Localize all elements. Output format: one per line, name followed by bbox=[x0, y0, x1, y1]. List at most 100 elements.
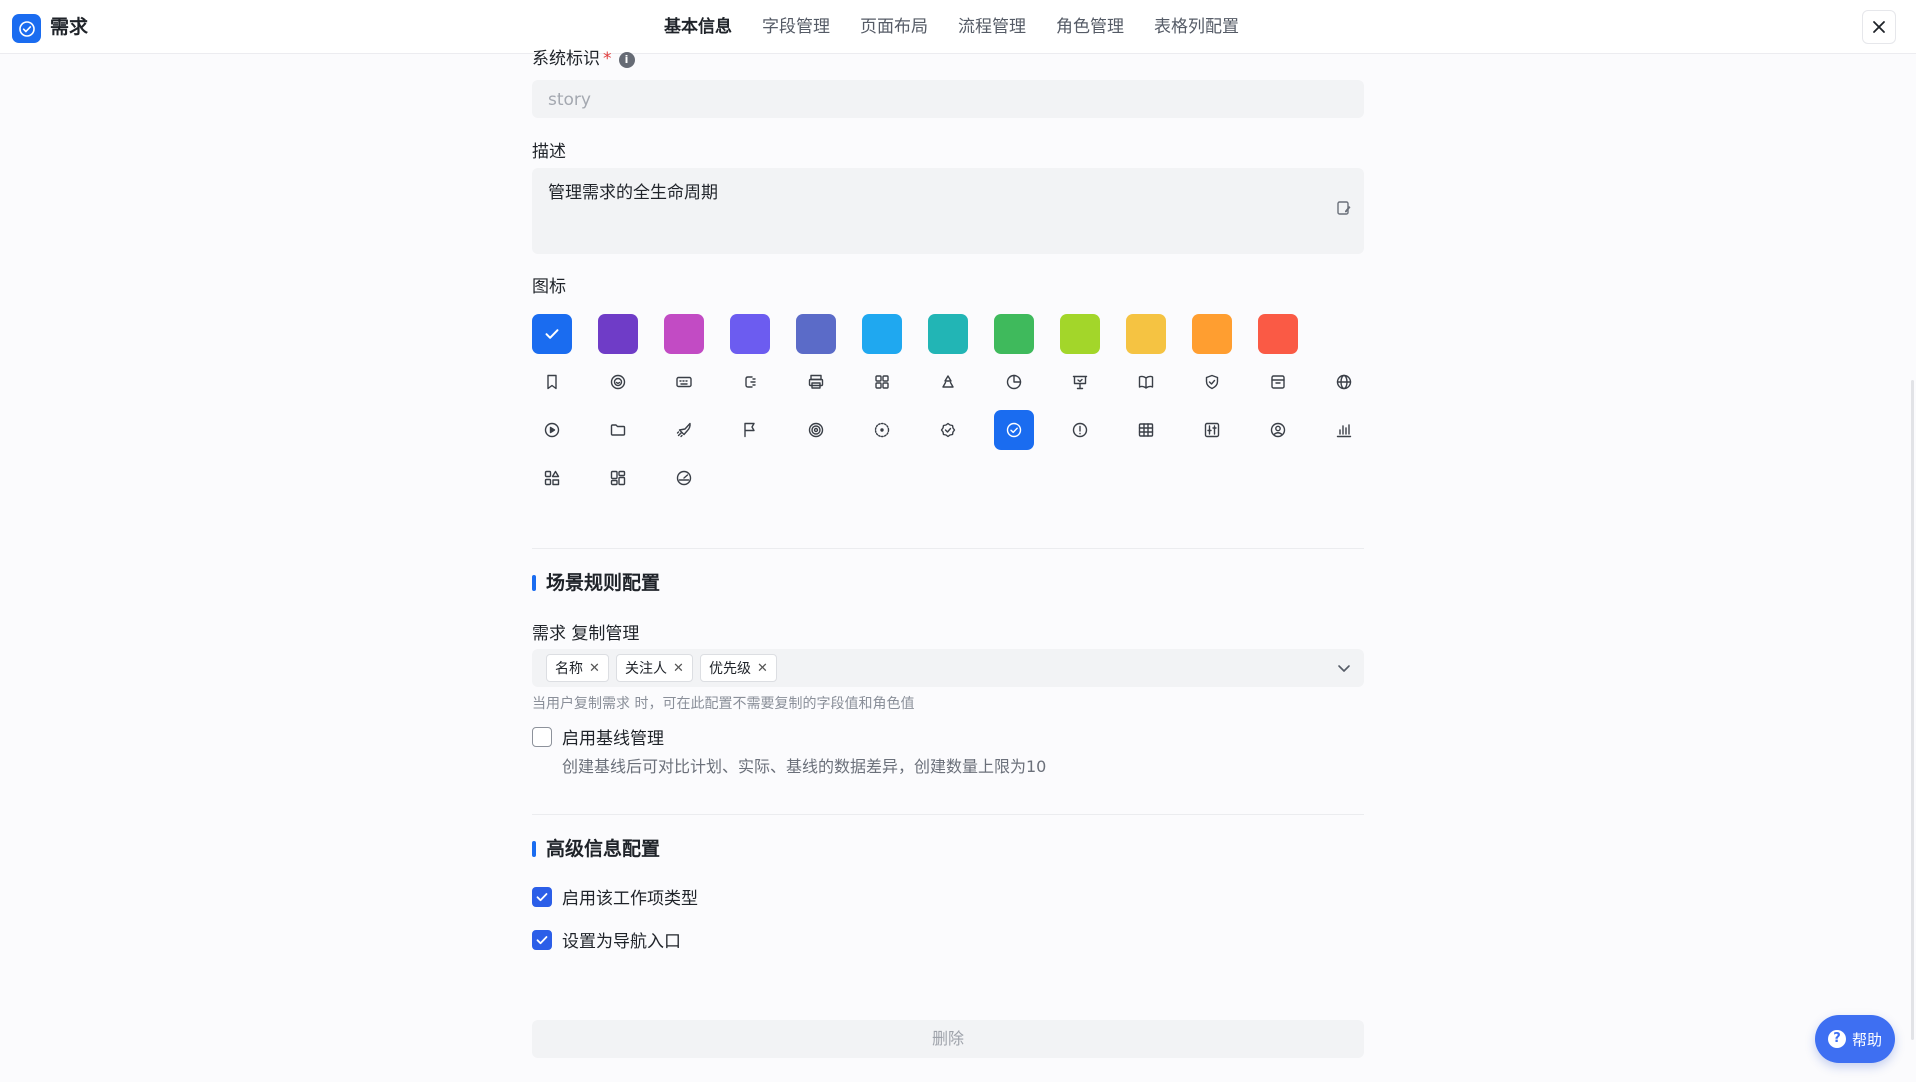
keyboard-icon bbox=[675, 373, 693, 391]
tag-remove-icon[interactable]: ✕ bbox=[673, 661, 684, 676]
tab-workflow-management[interactable]: 流程管理 bbox=[958, 14, 1026, 41]
glyph-option-table[interactable] bbox=[1126, 410, 1166, 450]
tab-role-management[interactable]: 角色管理 bbox=[1056, 14, 1124, 41]
glyph-option-alert-circle[interactable] bbox=[1060, 410, 1100, 450]
color-swatch-red[interactable] bbox=[1258, 314, 1298, 354]
color-swatch-purple[interactable] bbox=[598, 314, 638, 354]
scene-rules-title: 场景规则配置 bbox=[532, 572, 660, 594]
divider bbox=[532, 548, 1364, 549]
glyph-option-bookmark[interactable] bbox=[532, 362, 572, 402]
glyph-option-presentation[interactable] bbox=[1060, 362, 1100, 402]
flag-icon bbox=[741, 421, 759, 439]
ai-edit-icon[interactable] bbox=[1336, 200, 1352, 216]
glyph-option-globe[interactable] bbox=[1324, 362, 1364, 402]
glyph-option-sliders[interactable] bbox=[1192, 410, 1232, 450]
glyph-option-rocket[interactable] bbox=[664, 410, 704, 450]
tag-label: 名称 bbox=[555, 661, 583, 677]
recycle-icon bbox=[939, 373, 957, 391]
glyph-option-bar-chart[interactable] bbox=[1324, 410, 1364, 450]
color-swatch-violet[interactable] bbox=[730, 314, 770, 354]
archive-icon bbox=[1269, 373, 1287, 391]
baseline-checkbox[interactable] bbox=[532, 726, 552, 747]
tab-table-column-config[interactable]: 表格列配置 bbox=[1154, 14, 1239, 41]
color-swatch-indigo[interactable] bbox=[796, 314, 836, 354]
copy-exclude-select[interactable]: 名称 ✕ 关注人 ✕ 优先级 ✕ bbox=[532, 649, 1364, 687]
baseline-checkbox-row[interactable]: 启用基线管理 bbox=[532, 724, 664, 749]
glyph-option-check-circle[interactable] bbox=[994, 410, 1034, 450]
color-swatch-blue[interactable] bbox=[532, 314, 572, 354]
glyph-option-folder[interactable] bbox=[598, 410, 638, 450]
divider bbox=[532, 814, 1364, 815]
color-swatch-sky[interactable] bbox=[862, 314, 902, 354]
glyph-option-grid[interactable] bbox=[862, 362, 902, 402]
required-mark: * bbox=[603, 49, 612, 69]
tab-basic-info[interactable]: 基本信息 bbox=[664, 14, 732, 41]
check-circle-icon bbox=[1005, 421, 1023, 439]
chevron-down-icon[interactable] bbox=[1336, 660, 1352, 676]
question-icon: ? bbox=[1827, 1030, 1846, 1048]
nav-entry-label: 设置为导航入口 bbox=[562, 932, 681, 952]
glyph-option-layout[interactable] bbox=[598, 458, 638, 498]
copy-management-label: 需求 复制管理 bbox=[532, 624, 640, 644]
glyph-option-keyboard[interactable] bbox=[664, 362, 704, 402]
glyph-option-recycle[interactable] bbox=[928, 362, 968, 402]
enable-type-label: 启用该工作项类型 bbox=[562, 889, 698, 909]
layout-icon bbox=[609, 469, 627, 487]
glyph-option-badge-check[interactable] bbox=[928, 410, 968, 450]
tag-remove-icon[interactable]: ✕ bbox=[757, 661, 768, 676]
bar-chart-icon bbox=[1335, 421, 1353, 439]
glyph-option-user-circle[interactable] bbox=[1258, 410, 1298, 450]
glyph-option-dots-circle[interactable] bbox=[862, 410, 902, 450]
tab-field-management[interactable]: 字段管理 bbox=[762, 14, 830, 41]
baseline-label: 启用基线管理 bbox=[562, 729, 664, 749]
sliders-icon bbox=[1203, 421, 1221, 439]
system-id-label-text: 系统标识 bbox=[532, 49, 600, 69]
tag-name: 名称 ✕ bbox=[546, 654, 609, 682]
glyph-option-book[interactable] bbox=[1126, 362, 1166, 402]
badge-check-icon bbox=[939, 421, 957, 439]
shield-icon bbox=[1203, 373, 1221, 391]
glyph-option-pie-chart[interactable] bbox=[994, 362, 1034, 402]
color-swatch-yellow[interactable] bbox=[1126, 314, 1166, 354]
glyph-option-printer[interactable] bbox=[796, 362, 836, 402]
enable-type-checkbox-row[interactable]: 启用该工作项类型 bbox=[532, 884, 698, 909]
dots-circle-icon bbox=[873, 421, 891, 439]
glyph-option-indent[interactable] bbox=[730, 362, 770, 402]
nav-entry-checkbox[interactable] bbox=[532, 929, 552, 950]
close-button[interactable] bbox=[1862, 10, 1896, 44]
glyph-option-flag[interactable] bbox=[730, 410, 770, 450]
check-icon bbox=[536, 892, 548, 901]
glyph-option-shapes[interactable] bbox=[532, 458, 572, 498]
delete-button[interactable]: 删除 bbox=[532, 1020, 1364, 1058]
scrollbar[interactable] bbox=[1911, 380, 1914, 1040]
glyph-option-archive[interactable] bbox=[1258, 362, 1298, 402]
check-circle-icon bbox=[12, 14, 41, 43]
user-circle-icon bbox=[1269, 421, 1287, 439]
info-icon[interactable]: i bbox=[618, 52, 635, 68]
glyph-option-shield[interactable] bbox=[1192, 362, 1232, 402]
color-swatch-orange[interactable] bbox=[1192, 314, 1232, 354]
enable-type-checkbox[interactable] bbox=[532, 886, 552, 907]
color-swatch-teal[interactable] bbox=[928, 314, 968, 354]
globe-icon bbox=[1335, 373, 1353, 391]
glyph-option-play-circle[interactable] bbox=[532, 410, 572, 450]
tag-remove-icon[interactable]: ✕ bbox=[589, 661, 600, 676]
advanced-config-title: 高级信息配置 bbox=[532, 838, 660, 860]
glyph-option-target[interactable] bbox=[796, 410, 836, 450]
dashboard-icon bbox=[675, 469, 693, 487]
description-label: 描述 bbox=[532, 142, 566, 162]
description-textarea[interactable]: 管理需求的全生命周期 bbox=[532, 168, 1364, 254]
glyph-option-smile[interactable] bbox=[598, 362, 638, 402]
pie-chart-icon bbox=[1005, 373, 1023, 391]
baseline-description: 创建基线后可对比计划、实际、基线的数据差异，创建数量上限为10 bbox=[562, 757, 1047, 776]
nav-entry-checkbox-row[interactable]: 设置为导航入口 bbox=[532, 927, 681, 952]
help-button[interactable]: ? 帮助 bbox=[1815, 1015, 1895, 1063]
glyph-option-dashboard[interactable] bbox=[664, 458, 704, 498]
help-label: 帮助 bbox=[1851, 1030, 1882, 1049]
color-swatch-magenta[interactable] bbox=[664, 314, 704, 354]
tab-page-layout[interactable]: 页面布局 bbox=[860, 14, 928, 41]
color-swatch-green[interactable] bbox=[994, 314, 1034, 354]
bookmark-icon bbox=[543, 373, 561, 391]
system-id-input[interactable]: story bbox=[532, 80, 1364, 118]
color-swatch-lime[interactable] bbox=[1060, 314, 1100, 354]
